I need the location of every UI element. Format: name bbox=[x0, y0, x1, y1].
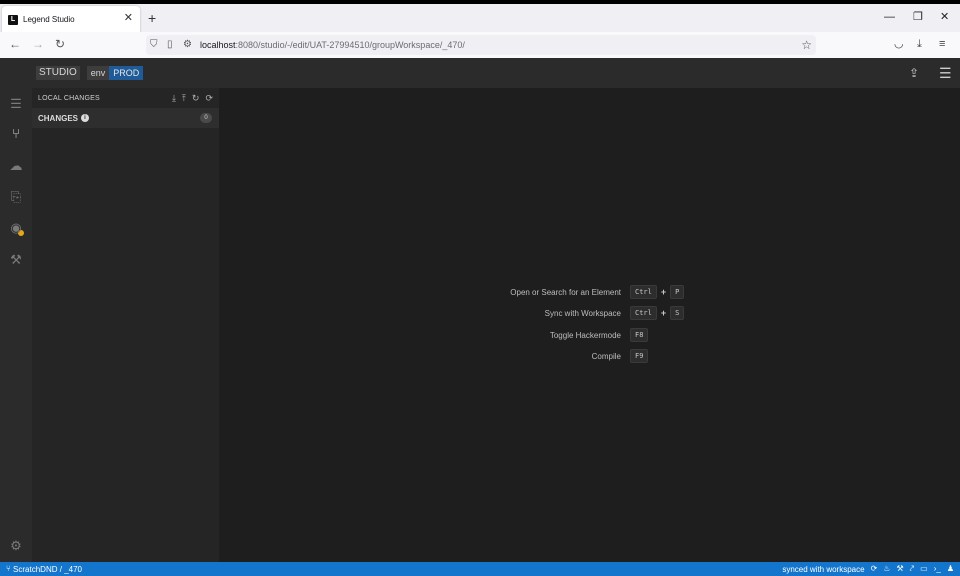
window-close-icon[interactable]: ✕ bbox=[940, 12, 949, 23]
git-branch-icon[interactable]: ⑂ bbox=[8, 126, 24, 142]
browser-tab[interactable]: L Legend Studio ✕ bbox=[2, 6, 140, 33]
shortcut-label: Toggle Hackermode bbox=[549, 330, 621, 340]
terminal-icon[interactable]: ›_ bbox=[934, 564, 941, 574]
panel-title: LOCAL CHANGES bbox=[38, 94, 100, 102]
status-workspace-name: _470 bbox=[64, 564, 82, 574]
logo-env: env bbox=[86, 66, 110, 80]
key-cap: P bbox=[670, 285, 685, 299]
editor-area: Open or Search for an Element Ctrl + P Sync … bbox=[219, 88, 960, 562]
key-cap: Ctrl bbox=[630, 285, 657, 299]
nav-bar: ← → ↻ ⛉ ▯ ⚙ localhost:8080/studio/-/edit… bbox=[0, 32, 960, 58]
changes-section-header[interactable]: CHANGES i 0 bbox=[32, 108, 219, 128]
logo-studio: STUDIO bbox=[36, 66, 80, 80]
upload-icon[interactable]: ⤒ bbox=[182, 92, 186, 104]
menu-icon[interactable]: ≡ bbox=[939, 38, 945, 50]
url-text[interactable]: localhost:8080/studio/-/edit/UAT-2799451… bbox=[200, 40, 465, 50]
shortcut-row: Open or Search for an Element Ctrl + P bbox=[219, 284, 960, 305]
tab-strip: L Legend Studio ✕ + — ❐ ✕ bbox=[0, 4, 960, 33]
cloud-upload-icon[interactable]: ☁ bbox=[8, 158, 24, 174]
shortcut-keys: Ctrl + S bbox=[630, 306, 685, 321]
legend-favicon-icon: L bbox=[8, 14, 18, 25]
shortcut-row: Sync with Workspace Ctrl + S bbox=[219, 305, 960, 326]
wrench-icon[interactable]: ⚒ bbox=[8, 252, 24, 268]
sync-icon[interactable]: ⟳ bbox=[205, 92, 213, 104]
status-branch: ScratchDND bbox=[13, 564, 58, 574]
local-changes-panel: LOCAL CHANGES ⤓ ⤒ ↻ ⟳ CHANGES i 0 bbox=[32, 88, 219, 562]
panel-icon[interactable]: ▭ bbox=[920, 564, 928, 574]
hammer-icon[interactable]: ⚒ bbox=[896, 564, 903, 574]
sync-status[interactable]: synced with workspace bbox=[782, 565, 864, 574]
page-icon[interactable]: ▯ bbox=[167, 39, 173, 50]
app-header: STUDIO env PROD ⇪ ☰ bbox=[0, 58, 960, 88]
logo-prod: PROD bbox=[109, 66, 144, 80]
list-icon[interactable]: ☰ bbox=[8, 96, 24, 112]
changes-count-badge: 0 bbox=[200, 113, 212, 123]
shortcut-hints: Open or Search for an Element Ctrl + P Sync … bbox=[219, 284, 960, 369]
shortcut-label: Compile bbox=[591, 351, 621, 361]
status-separator: / bbox=[59, 564, 62, 574]
key-cap: F9 bbox=[630, 348, 649, 363]
minimize-icon[interactable]: — bbox=[884, 12, 895, 23]
activity-bar: ☰ ⑂ ☁ ⎘ ◉ ⚒ ⚙ bbox=[0, 88, 32, 562]
refresh-icon[interactable]: ↻ bbox=[192, 92, 200, 104]
new-tab-icon[interactable]: + bbox=[148, 11, 156, 25]
downloads-icon[interactable]: ⤓ bbox=[917, 38, 922, 50]
shortcut-row: Compile F9 bbox=[219, 348, 960, 369]
plus-separator: + bbox=[660, 287, 667, 297]
cloud-sync-icon[interactable]: ⟳ bbox=[871, 564, 878, 574]
shortcut-keys: F9 bbox=[630, 348, 649, 363]
back-icon[interactable]: ← bbox=[9, 38, 21, 50]
bookmark-star-icon[interactable]: ☆ bbox=[801, 38, 812, 52]
key-cap: F8 bbox=[630, 327, 649, 342]
url-host: localhost bbox=[200, 40, 236, 50]
shortcut-label: Open or Search for an Element bbox=[510, 288, 621, 297]
browser-chrome: L Legend Studio ✕ + — ❐ ✕ ← → ↻ ⛉ ▯ ⚙ lo… bbox=[0, 4, 960, 58]
panel-header: LOCAL CHANGES ⤓ ⤒ ↻ ⟳ bbox=[32, 88, 219, 108]
reload-icon[interactable]: ↻ bbox=[55, 38, 65, 50]
info-icon[interactable]: i bbox=[81, 114, 90, 122]
shortcut-row: Toggle Hackermode F8 bbox=[219, 327, 960, 348]
panel-actions: ⤓ ⤒ ↻ ⟳ bbox=[172, 92, 213, 104]
shortcut-keys: F8 bbox=[630, 327, 649, 342]
pocket-icon[interactable]: ◡ bbox=[894, 38, 904, 50]
url-bar[interactable]: ⛉ ▯ ⚙ localhost:8080/studio/-/edit/UAT-2… bbox=[146, 35, 816, 55]
fire-icon[interactable]: ♨ bbox=[883, 564, 890, 574]
legend-studio-app: STUDIO env PROD ⇪ ☰ ☰ ⑂ ☁ ⎘ ◉ ⚒ ⚙ LOCAL … bbox=[0, 58, 960, 562]
key-cap: S bbox=[670, 306, 685, 321]
tools-icon[interactable]: ⤤ bbox=[910, 564, 915, 574]
shortcut-label: Sync with Workspace bbox=[544, 309, 621, 319]
eye-icon[interactable]: ◉ bbox=[8, 220, 24, 236]
status-workspace[interactable]: ⑂ ScratchDND / _470 bbox=[6, 564, 82, 574]
tab-title: Legend Studio bbox=[23, 15, 75, 24]
forward-icon[interactable]: → bbox=[32, 38, 44, 50]
download-icon[interactable]: ⤓ bbox=[172, 92, 176, 104]
review-icon[interactable]: ⎘ bbox=[8, 189, 24, 205]
status-bar: ⑂ ScratchDND / _470 synced with workspac… bbox=[0, 562, 960, 576]
app-logo: STUDIO env PROD bbox=[36, 66, 144, 80]
permissions-icon[interactable]: ⚙ bbox=[183, 39, 192, 50]
git-branch-icon: ⑂ bbox=[6, 564, 11, 573]
shield-icon[interactable]: ⛉ bbox=[150, 39, 158, 50]
key-cap: Ctrl bbox=[630, 306, 657, 321]
shortcut-keys: Ctrl + P bbox=[630, 285, 685, 299]
share-icon[interactable]: ⇪ bbox=[909, 66, 919, 80]
hamburger-menu-icon[interactable]: ☰ bbox=[939, 66, 952, 80]
url-path: :8080/studio/-/edit/UAT-27994510/groupWo… bbox=[235, 40, 465, 50]
changes-label: CHANGES bbox=[38, 113, 79, 123]
bug-icon[interactable]: ♟ bbox=[947, 564, 954, 574]
status-right: synced with workspace ⟳ ♨ ⚒ ⤤ ▭ ›_ ♟ bbox=[782, 564, 954, 574]
restore-icon[interactable]: ❐ bbox=[913, 12, 923, 23]
settings-gear-icon[interactable]: ⚙ bbox=[8, 538, 24, 554]
tab-close-icon[interactable]: ✕ bbox=[124, 13, 133, 24]
plus-separator: + bbox=[660, 308, 667, 319]
